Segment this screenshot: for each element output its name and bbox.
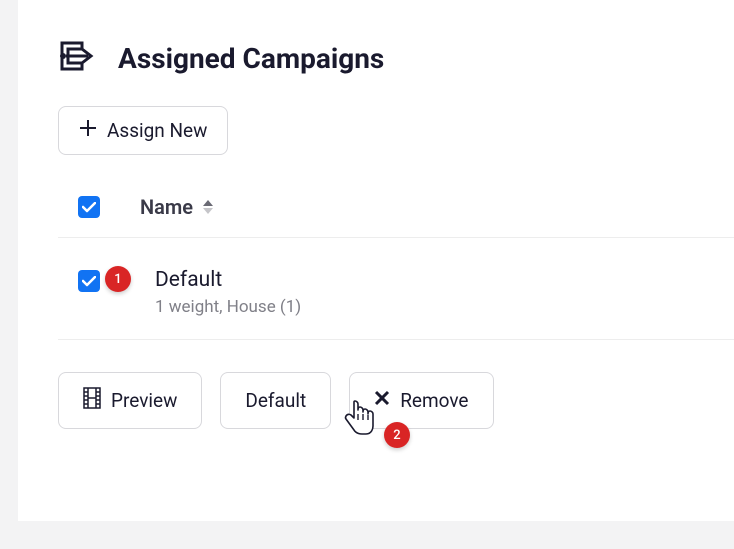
action-bar: Preview Default Remove 2 xyxy=(58,372,734,429)
table-header: Name xyxy=(58,195,734,238)
preview-label: Preview xyxy=(111,389,177,412)
row-content: Default 1 weight, House (1) xyxy=(155,268,301,317)
assign-new-button[interactable]: Assign New xyxy=(58,106,228,155)
row-title: Default xyxy=(155,268,301,292)
film-icon xyxy=(83,387,101,414)
row-subtitle: 1 weight, House (1) xyxy=(155,297,301,317)
default-label: Default xyxy=(245,389,306,412)
select-all-checkbox[interactable] xyxy=(78,196,100,218)
assigned-campaigns-panel: Assigned Campaigns Assign New Name 1 Def… xyxy=(18,0,734,521)
sort-icon xyxy=(203,200,213,214)
default-button[interactable]: Default xyxy=(220,372,331,429)
table-row[interactable]: 1 Default 1 weight, House (1) xyxy=(58,258,734,340)
enter-icon xyxy=(58,40,100,76)
remove-button[interactable]: Remove xyxy=(349,372,493,429)
preview-button[interactable]: Preview xyxy=(58,372,202,429)
panel-header: Assigned Campaigns xyxy=(58,40,734,76)
panel-title: Assigned Campaigns xyxy=(118,42,384,75)
callout-badge-1: 1 xyxy=(105,266,131,292)
column-name-label: Name xyxy=(140,195,193,219)
plus-icon xyxy=(79,119,97,142)
assign-new-label: Assign New xyxy=(107,119,207,142)
remove-label: Remove xyxy=(400,389,468,412)
column-name-header[interactable]: Name xyxy=(140,195,213,219)
row-checkbox[interactable] xyxy=(78,270,100,292)
x-icon xyxy=(374,390,390,411)
callout-badge-2: 2 xyxy=(384,422,410,448)
